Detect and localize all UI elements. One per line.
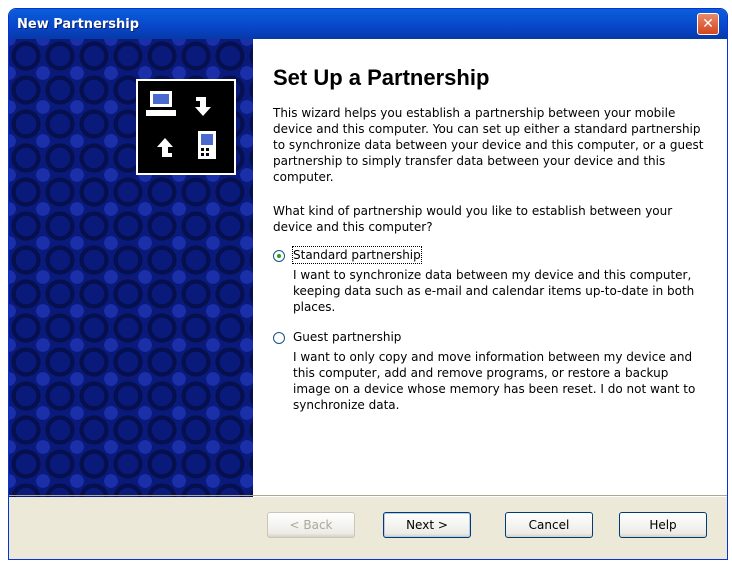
guest-partnership-radio[interactable]: [273, 332, 285, 344]
wizard-footer: < Back Next > Cancel Help: [9, 495, 727, 559]
next-button[interactable]: Next >: [383, 512, 471, 538]
standard-partnership-description: I want to synchronize data between my de…: [293, 268, 695, 314]
wizard-main: Set Up a Partnership This wizard helps y…: [253, 39, 727, 497]
close-icon: ✕: [702, 16, 714, 32]
page-title: Set Up a Partnership: [273, 65, 490, 90]
wizard-content: Set Up a Partnership This wizard helps y…: [9, 39, 727, 497]
question-text: What kind of partnership would you like …: [273, 204, 673, 234]
guest-partnership-description: I want to only copy and move information…: [293, 350, 696, 412]
back-button[interactable]: < Back: [267, 512, 355, 538]
wizard-sidebar: [9, 39, 253, 497]
new-partnership-window: New Partnership ✕ Set Up a Partnership T…: [8, 8, 728, 560]
sync-devices-icon: [136, 79, 236, 175]
window-title: New Partnership: [17, 16, 140, 32]
guest-partnership-label[interactable]: Guest partnership: [293, 329, 401, 345]
guest-partnership-option[interactable]: Guest partnership: [273, 329, 707, 345]
intro-text: This wizard helps you establish a partne…: [273, 106, 704, 184]
close-button[interactable]: ✕: [697, 13, 719, 35]
standard-partnership-label[interactable]: Standard partnership: [292, 246, 422, 264]
standard-partnership-radio[interactable]: [273, 250, 285, 262]
help-button[interactable]: Help: [619, 512, 707, 538]
standard-partnership-option[interactable]: Standard partnership: [273, 246, 707, 264]
title-bar[interactable]: New Partnership ✕: [9, 9, 727, 39]
cancel-button[interactable]: Cancel: [505, 512, 593, 538]
